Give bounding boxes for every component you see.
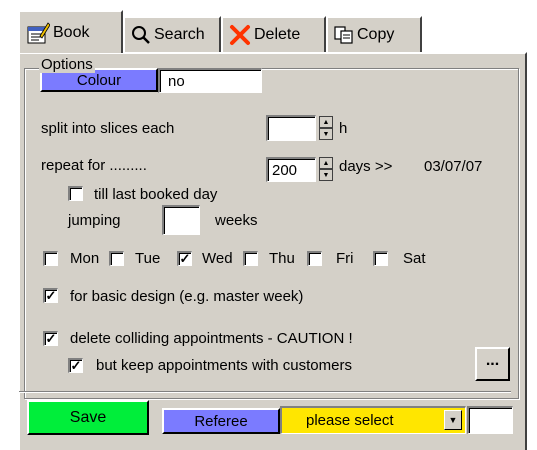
tab-book-label: Book bbox=[53, 23, 90, 41]
repeat-end-date: 03/07/07 bbox=[424, 158, 483, 175]
tab-delete-label: Delete bbox=[254, 26, 301, 43]
tab-copy-label: Copy bbox=[357, 26, 395, 43]
magnifier-icon bbox=[131, 25, 151, 45]
weekday-thu-checkbox[interactable] bbox=[243, 251, 258, 266]
repeat-days-value: 200 bbox=[272, 162, 298, 179]
colour-value: no bbox=[168, 73, 185, 90]
keep-customers-checkbox[interactable]: ✓ bbox=[68, 358, 83, 373]
keep-customers-label: but keep appointments with customers bbox=[96, 357, 352, 374]
spin-down-icon[interactable]: ▼ bbox=[319, 169, 333, 181]
till-last-label: till last booked day bbox=[94, 186, 218, 203]
repeat-label: repeat for ......... bbox=[41, 157, 147, 174]
footer-separator bbox=[19, 391, 511, 393]
weekday-thu-label: Thu bbox=[269, 250, 295, 267]
delete-colliding-label: delete colliding appointments - CAUTION … bbox=[70, 330, 353, 347]
colour-value-field[interactable]: no bbox=[158, 68, 262, 93]
repeat-days-input[interactable]: 200 bbox=[266, 157, 316, 182]
chevron-down-icon[interactable]: ▼ bbox=[444, 410, 462, 430]
jumping-label: jumping bbox=[68, 212, 121, 229]
weekday-wed-checkbox[interactable]: ✓ bbox=[177, 251, 192, 266]
split-spinner[interactable]: ▲ ▼ bbox=[319, 116, 333, 140]
tab-delete[interactable]: Delete bbox=[221, 16, 326, 52]
split-unit: h bbox=[339, 120, 348, 137]
tab-search-label: Search bbox=[154, 26, 205, 43]
referee-select[interactable]: please select ▼ bbox=[280, 406, 466, 434]
referee-extra-field[interactable] bbox=[467, 406, 513, 434]
repeat-unit: days >> bbox=[339, 158, 393, 175]
save-button[interactable]: Save bbox=[27, 400, 149, 435]
jumping-unit: weeks bbox=[215, 212, 258, 229]
weekday-tue-checkbox[interactable] bbox=[109, 251, 124, 266]
spin-down-icon[interactable]: ▼ bbox=[319, 128, 333, 140]
referee-button[interactable]: Referee bbox=[162, 408, 280, 434]
copy-icon bbox=[334, 25, 354, 45]
weekday-sat-label: Sat bbox=[403, 250, 426, 267]
weekday-mon-checkbox[interactable] bbox=[43, 251, 58, 266]
basic-design-label: for basic design (e.g. master week) bbox=[70, 288, 304, 305]
spin-up-icon[interactable]: ▲ bbox=[319, 116, 333, 128]
weekday-tue-label: Tue bbox=[135, 250, 161, 267]
tab-book[interactable]: Book bbox=[18, 10, 123, 53]
repeat-spinner[interactable]: ▲ ▼ bbox=[319, 157, 333, 181]
tab-search[interactable]: Search bbox=[123, 16, 221, 52]
weekday-fri-label: Fri bbox=[336, 250, 354, 267]
delete-colliding-checkbox[interactable]: ✓ bbox=[43, 331, 58, 346]
more-options-button[interactable]: ... bbox=[475, 347, 510, 381]
referee-select-value: please select bbox=[306, 412, 394, 429]
weekday-fri-checkbox[interactable] bbox=[307, 251, 322, 266]
referee-button-label: Referee bbox=[194, 412, 248, 430]
weekday-sat-checkbox[interactable] bbox=[373, 251, 388, 266]
book-icon bbox=[26, 21, 50, 45]
basic-design-checkbox[interactable]: ✓ bbox=[43, 288, 58, 303]
split-label: split into slices each bbox=[41, 120, 175, 137]
save-button-label: Save bbox=[69, 408, 107, 426]
spin-up-icon[interactable]: ▲ bbox=[319, 157, 333, 169]
options-group-title: Options bbox=[39, 56, 95, 73]
jumping-weeks-input[interactable] bbox=[162, 205, 200, 235]
weekday-mon-label: Mon bbox=[70, 250, 100, 267]
till-last-checkbox[interactable] bbox=[68, 186, 83, 201]
delete-x-icon bbox=[229, 24, 251, 46]
colour-button-label: Colour bbox=[76, 71, 122, 89]
tab-copy[interactable]: Copy bbox=[326, 16, 422, 52]
weekday-wed-label: Wed bbox=[202, 250, 233, 267]
split-hours-input[interactable] bbox=[266, 115, 316, 141]
